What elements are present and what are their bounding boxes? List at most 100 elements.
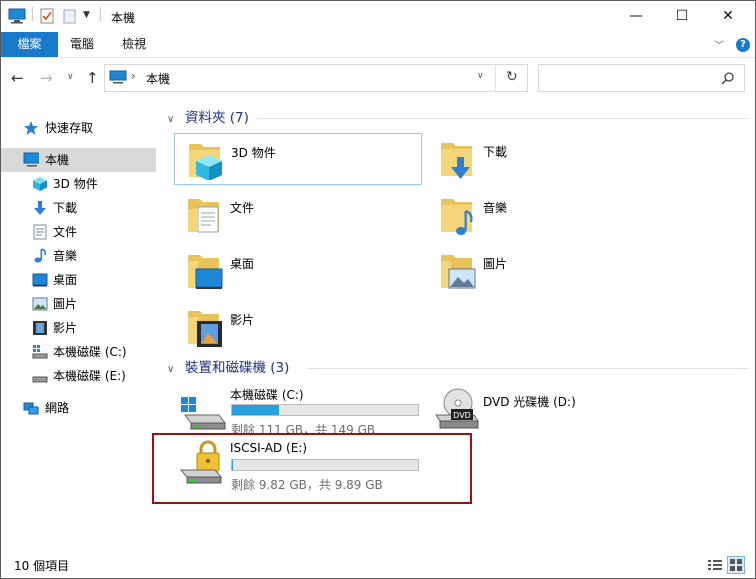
group-title: 裝置和磁碟機 (3) [185,360,290,376]
documents-icon [33,224,47,240]
ribbon-tabs: 檔案 電腦 檢視 ﹀ [1,32,755,58]
drive-tile-c[interactable]: 本機磁碟 (C:) 剩餘 111 GB，共 149 GB [174,385,424,437]
search-box[interactable] [538,64,745,92]
tab-computer[interactable]: 電腦 [58,32,106,57]
pictures-folder-icon [441,255,476,289]
desktop-icon [32,273,48,287]
nav-item-label: 本機 [45,153,70,167]
nav-item-videos[interactable]: 影片 [1,316,156,340]
explorer-window: | ▼ | 本機 — ☐ ✕ 檔案 電腦 檢視 ﹀ ? ← → ∨ ↑ › 本機 [0,0,756,579]
folder-tile-music[interactable]: 音樂 [427,189,675,241]
close-button[interactable]: ✕ [705,1,751,32]
drive-usage-bar [231,404,419,416]
group-header-folders[interactable]: ∨ 資料夾 (7) [159,107,249,129]
drive-usage-fill [232,405,280,415]
network-icon [23,402,39,415]
collapse-chevron-icon[interactable]: ∨ [167,109,179,131]
help-button[interactable]: ? [736,38,750,52]
3d-objects-folder-icon [189,144,222,180]
drive-c-icon [32,345,48,359]
forward-arrow-icon[interactable]: → [40,69,53,87]
svg-text:DVD: DVD [453,411,471,420]
nav-item-desktop[interactable]: 桌面 [1,268,156,292]
back-arrow-icon[interactable]: ← [11,69,24,87]
folder-tile-3d-objects[interactable]: 3D 物件 [174,133,422,185]
address-history-chevron-icon[interactable]: ∨ [477,71,484,81]
nav-item-label: 音樂 [53,249,78,263]
nav-item-downloads[interactable]: 下載 [1,196,156,220]
folder-label: 影片 [230,313,255,327]
breadcrumb-this-pc[interactable]: 本機 [146,70,170,87]
nav-item-label: 影片 [53,321,78,335]
tab-view[interactable]: 檢視 [110,32,158,57]
downloads-icon [34,201,46,215]
videos-icon [33,321,47,335]
up-arrow-icon[interactable]: ↑ [86,69,99,87]
drive-tile-dvd[interactable]: DVD DVD 光碟機 (D:) [427,385,677,437]
dvd-drive-icon: DVD [435,388,479,429]
title-bar: | ▼ | 本機 — ☐ ✕ [1,1,755,32]
nav-item-label: 桌面 [53,273,78,287]
folder-label: 3D 物件 [231,146,276,160]
pictures-icon [32,297,48,311]
nav-item-label: 3D 物件 [53,177,98,191]
downloads-folder-icon [441,143,472,179]
videos-folder-icon [188,311,222,347]
window-title: 本機 [111,11,136,25]
desktop-folder-icon [188,255,223,289]
large-icons-view-icon[interactable] [727,556,745,574]
folder-label: 下載 [483,145,508,159]
search-input[interactable] [543,68,717,88]
nav-item-drive-e[interactable]: 本機磁碟 (E:) [1,364,156,388]
properties-icon[interactable] [39,8,55,24]
3d-objects-icon [33,177,47,191]
music-folder-icon [441,199,473,235]
nav-item-network[interactable]: 網路 [1,396,156,420]
folder-tile-desktop[interactable]: 桌面 [174,245,422,297]
nav-item-3d-objects[interactable]: 3D 物件 [1,172,156,196]
refresh-icon[interactable]: ↻ [506,69,518,85]
recent-locations-chevron-icon[interactable]: ∨ [67,72,74,82]
maximize-button[interactable]: ☐ [659,1,705,32]
address-bar[interactable]: › 本機 ∨ ↻ [104,64,528,92]
search-icon[interactable] [721,71,735,85]
folder-tile-videos[interactable]: 影片 [174,301,422,353]
nav-item-label: 網路 [45,401,70,415]
folder-label: 文件 [230,201,255,215]
drive-label: 本機磁碟 (C:) [230,388,304,402]
new-folder-icon[interactable] [62,8,78,24]
nav-item-quick-access[interactable]: 快速存取 [1,116,156,140]
nav-item-music[interactable]: 音樂 [1,244,156,268]
folder-tile-downloads[interactable]: 下載 [427,133,675,185]
nav-item-documents[interactable]: 文件 [1,220,156,244]
nav-item-label: 本機磁碟 (E:) [53,369,126,383]
nav-item-pictures[interactable]: 圖片 [1,292,156,316]
this-pc-icon [109,70,127,84]
drive-label: DVD 光碟機 (D:) [483,395,576,409]
details-view-icon[interactable] [707,558,723,572]
folder-label: 桌面 [230,257,255,271]
expand-ribbon-chevron-icon[interactable]: ﹀ [714,37,724,52]
group-title: 資料夾 (7) [185,110,249,126]
tab-file[interactable]: 檔案 [1,32,58,57]
divider: | [30,6,35,22]
breadcrumb-separator[interactable]: › [131,69,136,83]
divider [495,64,496,92]
nav-item-this-pc[interactable]: 本機 [1,148,156,172]
customize-toolbar-chevron-icon[interactable]: ▼ [83,10,90,20]
minimize-button[interactable]: — [613,1,659,32]
item-count: 10 個項目 [14,559,70,573]
group-header-devices[interactable]: ∨ 裝置和磁碟機 (3) [159,357,289,379]
nav-item-label: 下載 [53,201,78,215]
drive-c-icon [181,397,226,430]
music-icon [34,248,46,263]
folder-label: 圖片 [483,257,508,271]
star-icon [24,121,38,135]
nav-item-drive-c[interactable]: 本機磁碟 (C:) [1,340,156,364]
folder-tile-documents[interactable]: 文件 [174,189,422,241]
collapse-chevron-icon[interactable]: ∨ [167,359,179,381]
documents-folder-icon [188,199,219,233]
folder-tile-pictures[interactable]: 圖片 [427,245,675,297]
nav-item-label: 快速存取 [45,121,94,135]
divider: | [98,6,103,22]
